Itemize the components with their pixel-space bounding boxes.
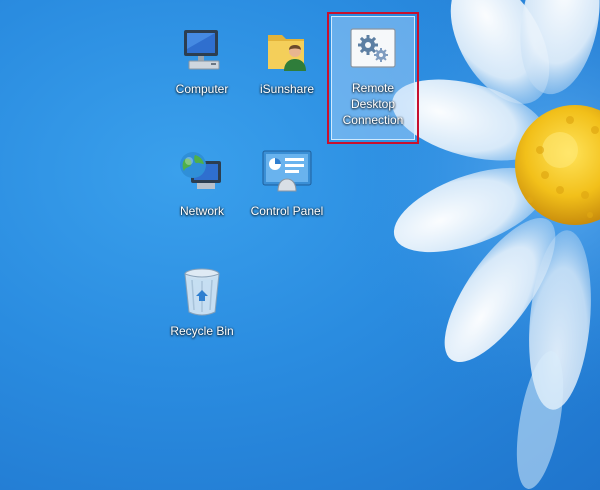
icon-label: Remote Desktop Connection xyxy=(342,81,404,127)
icon-label: Control Panel xyxy=(250,204,324,218)
icon-label: Network xyxy=(179,204,224,218)
computer-icon xyxy=(174,22,230,78)
desktop-icon-control-panel[interactable]: Control Panel xyxy=(248,142,326,219)
desktop-icon-network[interactable]: Network xyxy=(163,142,241,219)
network-globe-icon xyxy=(174,144,230,200)
desktop-icon-isunshare[interactable]: iSunshare xyxy=(248,20,326,97)
icon-label: iSunshare xyxy=(259,82,315,96)
recycle-bin-icon xyxy=(174,264,230,320)
icon-label: Computer xyxy=(175,82,229,96)
remote-desktop-gear-icon xyxy=(345,21,401,77)
desktop[interactable]: Computer iSunshare Remote Desktop Connec… xyxy=(0,0,600,490)
desktop-icon-remote-desktop-connection[interactable]: Remote Desktop Connection xyxy=(327,12,419,144)
desktop-icon-recycle-bin[interactable]: Recycle Bin xyxy=(163,262,241,339)
selection-highlight: Remote Desktop Connection xyxy=(331,16,415,140)
icon-label: Recycle Bin xyxy=(170,324,234,338)
control-panel-icon xyxy=(259,144,315,200)
desktop-icon-computer[interactable]: Computer xyxy=(163,20,241,97)
user-folder-icon xyxy=(259,22,315,78)
